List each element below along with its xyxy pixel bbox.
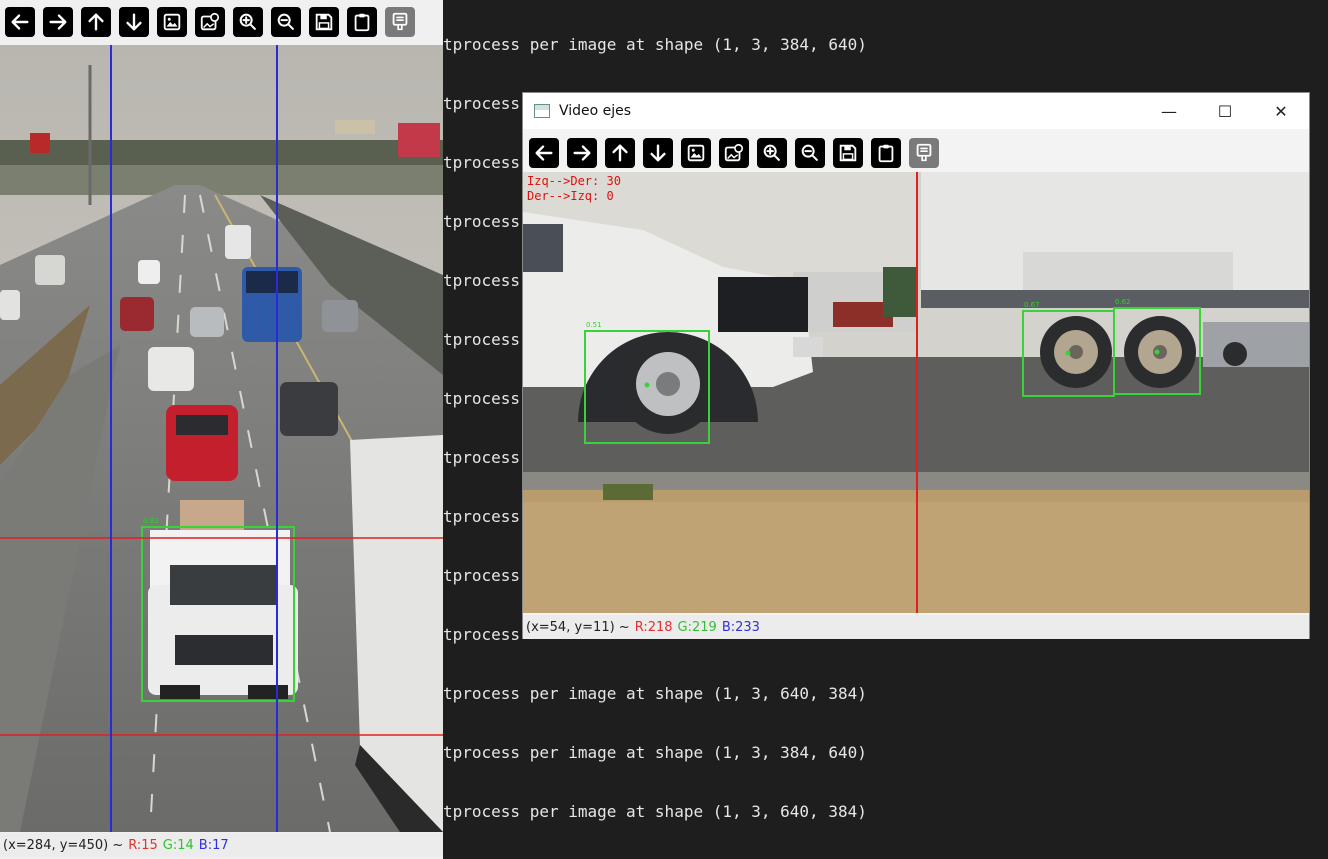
zoom-in-button[interactable] (233, 7, 263, 37)
arrow-right-icon (573, 145, 591, 161)
properties-icon (916, 143, 932, 162)
zoom-in-icon (763, 144, 780, 161)
pan-right-button[interactable] (567, 138, 597, 168)
green-value: G:14 (162, 837, 194, 853)
arrow-down-icon (126, 13, 142, 31)
counter-right-to-left: Der-->Izq: 0 (527, 189, 614, 203)
minimize-button[interactable]: — (1141, 93, 1197, 129)
zoom-original-icon (200, 12, 220, 31)
pan-down-button[interactable] (119, 7, 149, 37)
counter-left-to-right: Izq-->Der: 30 (527, 174, 621, 188)
pan-down-button[interactable] (643, 138, 673, 168)
zoom-in-icon (239, 13, 256, 30)
zoom-original-button[interactable] (719, 138, 749, 168)
properties-icon (392, 12, 408, 31)
terminal-line: tprocess (443, 271, 521, 290)
pan-left-button[interactable] (529, 138, 559, 168)
detection-confidence-label: 0.62 (1115, 298, 1131, 306)
pixel-status-bar: (x=54, y=11) ~ R:218 G:219 B:233 (523, 615, 1309, 639)
copy-clipboard-button[interactable] (871, 138, 901, 168)
window-controls: — ☐ ✕ (1141, 93, 1309, 129)
zoom-in-button[interactable] (757, 138, 787, 168)
terminal-line: tprocess (443, 389, 521, 408)
axle-scene (523, 172, 1309, 613)
copy-clipboard-icon (878, 144, 894, 163)
terminal-line: tprocess per image at shape (1, 3, 640, … (443, 802, 867, 821)
video-ejes-window[interactable]: Video ejes — ☐ ✕ Izq-->Der: 30 Der-->Izq… (522, 92, 1310, 639)
save-icon (315, 13, 333, 31)
close-button[interactable]: ✕ (1253, 93, 1309, 129)
arrow-right-icon (49, 14, 67, 30)
copy-clipboard-button[interactable] (347, 7, 377, 37)
zoom-original-button[interactable] (195, 7, 225, 37)
arrow-down-icon (650, 144, 666, 162)
highway-scene (0, 45, 443, 832)
zoom-out-icon (801, 144, 818, 161)
green-value: G:219 (677, 619, 717, 635)
image-toolbar (0, 0, 443, 44)
red-value: R:218 (634, 619, 673, 635)
pan-right-button[interactable] (43, 7, 73, 37)
image-toolbar (523, 131, 1309, 175)
save-icon (839, 144, 857, 162)
properties-button[interactable] (909, 138, 939, 168)
highway-camera-window[interactable]: 0.82 (x=284, y=450) ~ R:15 G:14 B:17 (0, 0, 443, 859)
cursor-coordinates: (x=54, y=11) ~ (526, 619, 630, 635)
arrow-up-icon (612, 144, 628, 162)
pan-up-button[interactable] (81, 7, 111, 37)
save-button[interactable] (833, 138, 863, 168)
zoom-fit-icon (687, 144, 705, 162)
terminal-line: tprocess (443, 625, 521, 644)
arrow-left-icon (535, 145, 553, 161)
zoom-original-icon (724, 143, 744, 162)
terminal-line: tprocess (443, 94, 521, 113)
zoom-out-button[interactable] (271, 7, 301, 37)
blue-value: B:233 (721, 619, 760, 635)
terminal-line: tprocess (443, 507, 521, 526)
terminal-line: tprocess per image at shape (1, 3, 384, … (443, 743, 867, 762)
detection-confidence-label: 0.82 (143, 517, 159, 525)
cursor-coordinates: (x=284, y=450) ~ (3, 837, 124, 853)
copy-clipboard-icon (354, 13, 370, 32)
terminal-line: tprocess (443, 212, 521, 231)
pan-left-button[interactable] (5, 7, 35, 37)
terminal-line: tprocess per image at shape (1, 3, 384, … (443, 35, 867, 54)
arrow-left-icon (11, 14, 29, 30)
red-value: R:15 (128, 837, 158, 853)
detection-confidence-label: 0.51 (586, 321, 602, 329)
terminal-line: tprocess (443, 448, 521, 467)
window-titlebar[interactable]: Video ejes — ☐ ✕ (523, 93, 1309, 129)
pan-up-button[interactable] (605, 138, 635, 168)
arrow-up-icon (88, 13, 104, 31)
zoom-fit-button[interactable] (157, 7, 187, 37)
highway-image-view[interactable]: 0.82 (0, 45, 443, 832)
window-app-icon (534, 104, 550, 118)
zoom-out-button[interactable] (795, 138, 825, 168)
pixel-status-bar: (x=284, y=450) ~ R:15 G:14 B:17 (0, 833, 443, 857)
save-button[interactable] (309, 7, 339, 37)
terminal-line: tprocess (443, 566, 521, 585)
axle-image-view[interactable]: Izq-->Der: 30 Der-->Izq: 0 0.51 0.67 0.6… (523, 172, 1309, 613)
blue-value: B:17 (198, 837, 229, 853)
terminal-line: tprocess (443, 153, 521, 172)
window-title: Video ejes (559, 103, 632, 119)
maximize-button[interactable]: ☐ (1197, 93, 1253, 129)
zoom-out-icon (277, 13, 294, 30)
detection-confidence-label: 0.67 (1024, 301, 1040, 309)
terminal-line: tprocess per image at shape (1, 3, 640, … (443, 684, 867, 703)
zoom-fit-button[interactable] (681, 138, 711, 168)
properties-button[interactable] (385, 7, 415, 37)
zoom-fit-icon (163, 13, 181, 31)
terminal-line: tprocess (443, 330, 521, 349)
